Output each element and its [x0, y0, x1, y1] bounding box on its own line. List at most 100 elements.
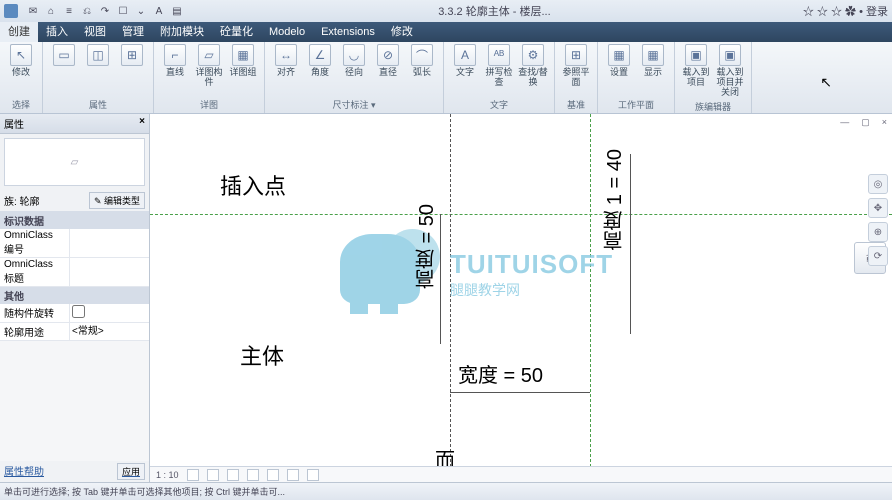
property-value[interactable]: [70, 323, 149, 340]
ribbon-button[interactable]: ▣载入到项目: [681, 44, 711, 88]
visual-style-icon[interactable]: [207, 469, 219, 481]
ribbon-button[interactable]: ▦设置: [604, 44, 634, 78]
viewport-buttons: — ▢ ×: [837, 116, 890, 129]
pan-icon[interactable]: ✥: [868, 198, 888, 218]
nav-wheel-icon[interactable]: ◎: [868, 174, 888, 194]
property-label: OmniClass 标题: [0, 258, 70, 286]
dimension-width[interactable]: 宽度 = 50: [458, 359, 543, 388]
qat-icon[interactable]: ≡: [62, 4, 76, 18]
ribbon-button[interactable]: ⌒弧长: [407, 44, 437, 78]
ribbon-button[interactable]: ⚙查找/替换: [518, 44, 548, 88]
status-bar: 单击可进行选择; 按 Tab 键并单击可选择其他项目; 按 Ctrl 键并单击可…: [0, 482, 892, 500]
hide-icon[interactable]: [287, 469, 299, 481]
property-input[interactable]: [72, 324, 147, 335]
user-area[interactable]: ☆ ☆ ☆ ✿ • 登录: [803, 3, 888, 19]
dimension-height-2[interactable]: 高度 1 = 40: [600, 149, 629, 251]
edit-type-button[interactable]: ✎ 编辑类型: [89, 192, 145, 209]
tab-view[interactable]: 视图: [76, 22, 114, 42]
ribbon: ↖修改选择▭◫⊞属性⌐直线▱详图构件▦详图组详图↔对齐∠角度◡径向⊘直径⌒弧长尺…: [0, 42, 892, 114]
ribbon-button[interactable]: ▦详图组: [228, 44, 258, 78]
apply-button[interactable]: 应用: [117, 463, 145, 480]
qat-icon[interactable]: ⌂: [44, 4, 58, 18]
property-checkbox[interactable]: [72, 305, 85, 318]
detail-level-icon[interactable]: [187, 469, 199, 481]
ribbon-panel-name: 工作平面: [604, 96, 668, 113]
family-type-selector[interactable]: 族: 轮廓: [4, 193, 89, 208]
ribbon-icon: ▣: [719, 44, 741, 66]
ribbon-button[interactable]: ᴬᴮ拼写检查: [484, 44, 514, 88]
property-row: OmniClass 标题: [0, 258, 149, 287]
qat-icon[interactable]: ✉: [26, 4, 40, 18]
ribbon-button[interactable]: ▦显示: [638, 44, 668, 78]
reveal-icon[interactable]: [307, 469, 319, 481]
ribbon-icon: ▦: [642, 44, 664, 66]
ribbon-button[interactable]: ↔对齐: [271, 44, 301, 78]
property-label: 轮廓用途: [0, 323, 70, 340]
ribbon-button[interactable]: ∠角度: [305, 44, 335, 78]
property-label: OmniClass 编号: [0, 229, 70, 257]
viewport-max-icon[interactable]: ▢: [858, 116, 873, 129]
zoom-icon[interactable]: ⊕: [868, 222, 888, 242]
ribbon-icon: ⌐: [164, 44, 186, 66]
property-value[interactable]: [70, 304, 149, 322]
ribbon-label: 弧长: [413, 68, 431, 78]
ribbon-button[interactable]: A文字: [450, 44, 480, 78]
ribbon-label: 直径: [379, 68, 397, 78]
ribbon-button[interactable]: ◡径向: [339, 44, 369, 78]
ribbon-button[interactable]: ▣载入到项目并关闭: [715, 44, 745, 98]
tab-addins[interactable]: 附加模块: [152, 22, 212, 42]
ribbon-button[interactable]: ↖修改: [6, 44, 36, 78]
ribbon-icon: ▦: [608, 44, 630, 66]
ribbon-button[interactable]: ▱详图构件: [194, 44, 224, 88]
property-value[interactable]: [70, 229, 149, 257]
property-input[interactable]: [72, 230, 147, 241]
ribbon-icon: ▱: [198, 44, 220, 66]
ribbon-button[interactable]: ◫: [83, 44, 113, 68]
qat-icon[interactable]: ▤: [170, 4, 184, 18]
qat-redo-icon[interactable]: ↷: [98, 4, 112, 18]
shadows-icon[interactable]: [247, 469, 259, 481]
qat-icon[interactable]: ☐: [116, 4, 130, 18]
property-value[interactable]: [70, 258, 149, 286]
ribbon-icon: ▦: [232, 44, 254, 66]
tab-modify[interactable]: 修改: [383, 22, 421, 42]
ribbon-label: 对齐: [277, 68, 295, 78]
drawing-canvas[interactable]: TUITUISOFT 腿腿教学网 插入点 主体 高度 = 50 高度 1 = 4…: [150, 114, 892, 482]
tab-insert[interactable]: 插入: [38, 22, 76, 42]
ribbon-panel-name: 尺寸标注 ▾: [271, 96, 437, 113]
quick-access-toolbar: ✉ ⌂ ≡ ⎌ ↷ ☐ ⌄ A ▤ 3.3.2 轮廓主体 - 楼层... ☆ ☆…: [0, 0, 892, 22]
ribbon-panel: ⌐直线▱详图构件▦详图组详图: [154, 42, 265, 113]
ribbon-label: 载入到项目: [681, 68, 711, 88]
tab-extensions[interactable]: Extensions: [313, 22, 383, 42]
qat-undo-icon[interactable]: ⎌: [80, 4, 94, 18]
qat-icon[interactable]: ⌄: [134, 4, 148, 18]
ribbon-icon: ◫: [87, 44, 109, 66]
ribbon-button[interactable]: ⊞: [117, 44, 147, 68]
ribbon-label: 修改: [12, 68, 30, 78]
ribbon-button[interactable]: ⊞参照平面: [561, 44, 591, 88]
app-logo: [4, 4, 18, 18]
ribbon-button[interactable]: ⊘直径: [373, 44, 403, 78]
sun-path-icon[interactable]: [227, 469, 239, 481]
crop-icon[interactable]: [267, 469, 279, 481]
dimension-height-1[interactable]: 高度 = 50: [412, 204, 441, 289]
orbit-icon[interactable]: ⟳: [868, 246, 888, 266]
ribbon-icon: ▭: [53, 44, 75, 66]
property-input[interactable]: [72, 259, 147, 270]
qat-icon[interactable]: A: [152, 4, 166, 18]
tab-create[interactable]: 创建: [0, 22, 38, 42]
property-group-header: 其他: [0, 287, 149, 304]
property-row: OmniClass 编号: [0, 229, 149, 258]
ribbon-button[interactable]: ⌐直线: [160, 44, 190, 78]
reference-plane-h[interactable]: [150, 214, 892, 215]
ribbon-button[interactable]: ▭: [49, 44, 79, 68]
tab-quant[interactable]: 砼量化: [212, 22, 261, 42]
ribbon-panel-name: 选择: [6, 96, 36, 113]
viewport-close-icon[interactable]: ×: [879, 116, 890, 129]
viewport-min-icon[interactable]: —: [837, 116, 852, 129]
close-icon[interactable]: ×: [139, 116, 145, 131]
tab-manage[interactable]: 管理: [114, 22, 152, 42]
scale-selector[interactable]: 1 : 10: [156, 470, 179, 480]
properties-help-link[interactable]: 属性帮助: [4, 463, 44, 480]
tab-modelo[interactable]: Modelo: [261, 22, 313, 42]
